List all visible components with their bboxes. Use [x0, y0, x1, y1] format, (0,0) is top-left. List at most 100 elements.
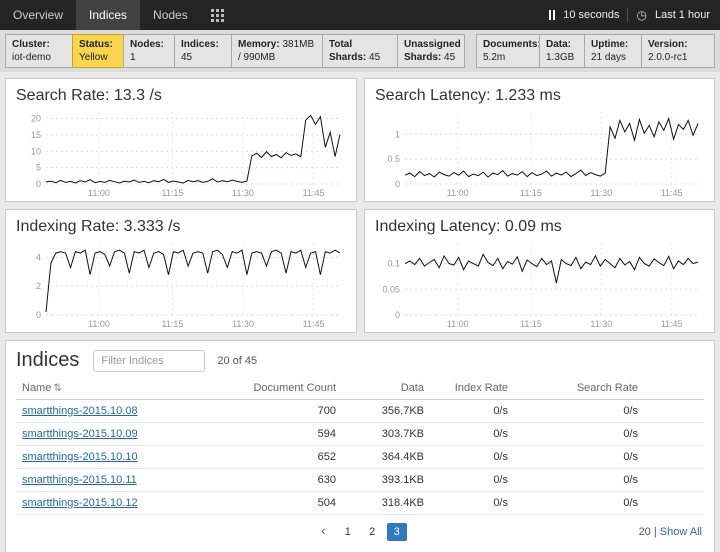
index-link[interactable]: smartthings-2015.10.08: [22, 405, 138, 417]
svg-text:1: 1: [395, 129, 400, 139]
search-rate-panel: Search Rate: 13.3 /s 0510152011:0011:151…: [5, 78, 357, 202]
stat-status: Status: Yellow: [72, 34, 124, 68]
column-header-search-rate[interactable]: Search Rate: [514, 378, 704, 400]
index-name-cell: smartthings-2015.10.11: [16, 469, 222, 492]
stat-value: 45: [444, 52, 455, 63]
search-rate-cell: 0/s: [514, 446, 704, 469]
svg-text:11:15: 11:15: [520, 188, 542, 198]
stat-value: iot-demo: [12, 52, 51, 63]
search-rate-cell: 0/s: [514, 469, 704, 492]
search-rate-chart: 0510152011:0011:1511:3011:45: [16, 107, 346, 199]
divider: [627, 8, 628, 22]
table-row: smartthings-2015.10.08 700 356.7KB 0/s 0…: [16, 400, 704, 423]
prev-page-button[interactable]: ‹: [313, 522, 333, 543]
svg-text:5: 5: [36, 163, 41, 173]
page-button[interactable]: 2: [362, 523, 382, 541]
stat-data: Data: 1.3GB: [539, 34, 585, 68]
stat-unassigned-shards: Unassigned Shards: 45: [397, 34, 465, 68]
svg-text:11:00: 11:00: [447, 188, 469, 198]
svg-text:11:30: 11:30: [232, 188, 254, 198]
page-button[interactable]: 3: [387, 523, 407, 541]
stat-value: 45: [181, 52, 192, 63]
stat-indices: Indices: 45: [174, 34, 232, 68]
table-header-row: Name⇅ Document Count Data Index Rate Sea…: [16, 378, 704, 400]
svg-text:11:30: 11:30: [590, 319, 612, 329]
svg-text:10: 10: [31, 146, 41, 156]
stat-label: Cluster:: [12, 39, 50, 50]
apps-grid-icon[interactable]: [211, 9, 224, 22]
svg-text:11:45: 11:45: [303, 188, 325, 198]
filter-indices-input[interactable]: [93, 350, 205, 372]
pause-icon[interactable]: [549, 10, 555, 20]
stat-memory: Memory: 381MB / 990MB: [231, 34, 323, 68]
index-rate-cell: 0/s: [430, 400, 514, 423]
stat-value: 1: [130, 52, 136, 63]
table-footer: ‹ 1 2 3 20 | Show All: [16, 522, 704, 546]
sort-icon: ⇅: [53, 383, 61, 394]
svg-text:0.5: 0.5: [387, 154, 400, 164]
svg-text:11:30: 11:30: [590, 188, 612, 198]
stat-value: 2.0.0-rc1: [648, 52, 687, 63]
svg-text:0: 0: [36, 310, 41, 320]
stat-label: Version:: [648, 39, 687, 50]
svg-text:11:00: 11:00: [88, 188, 110, 198]
index-link[interactable]: smartthings-2015.10.10: [22, 451, 138, 463]
charts-grid: Search Rate: 13.3 /s 0510152011:0011:151…: [0, 72, 720, 333]
indexing-rate-title: Indexing Rate: 3.333 /s: [16, 218, 346, 236]
column-header-data[interactable]: Data: [342, 378, 430, 400]
stat-nodes: Nodes: 1: [123, 34, 175, 68]
svg-text:11:45: 11:45: [303, 319, 325, 329]
column-header-index-rate[interactable]: Index Rate: [430, 378, 514, 400]
page-button[interactable]: 1: [338, 523, 358, 541]
index-name-cell: smartthings-2015.10.08: [16, 400, 222, 423]
indices-panel: Indices 20 of 45 Name⇅ Document Count Da…: [5, 340, 715, 552]
column-header-name[interactable]: Name⇅: [16, 378, 222, 400]
svg-text:11:30: 11:30: [232, 319, 254, 329]
table-row: smartthings-2015.10.11 630 393.1KB 0/s 0…: [16, 469, 704, 492]
stat-version: Version: 2.0.0-rc1: [641, 34, 715, 68]
search-latency-title: Search Latency: 1.233 ms: [375, 87, 704, 105]
data-cell: 303.7KB: [342, 423, 430, 446]
search-rate-cell: 0/s: [514, 423, 704, 446]
stat-label: Data:: [546, 39, 571, 50]
index-link[interactable]: smartthings-2015.10.11: [22, 474, 137, 486]
indexing-latency-title: Indexing Latency: 0.09 ms: [375, 218, 704, 236]
stat-cluster: Cluster: iot-demo: [5, 34, 73, 68]
svg-text:11:45: 11:45: [661, 188, 683, 198]
time-range-control[interactable]: Last 1 hour: [655, 9, 710, 21]
index-link[interactable]: smartthings-2015.10.12: [22, 497, 138, 509]
indexing-latency-panel: Indexing Latency: 0.09 ms 00.050.111:001…: [364, 209, 715, 333]
index-rate-cell: 0/s: [430, 492, 514, 515]
document-count-cell: 504: [222, 492, 342, 515]
index-name-cell: smartthings-2015.10.10: [16, 446, 222, 469]
tab-nodes[interactable]: Nodes: [140, 0, 201, 30]
svg-text:0.05: 0.05: [382, 284, 400, 294]
clock-icon: ◷: [636, 8, 646, 22]
stat-label: Memory:: [238, 39, 280, 50]
stat-label: Status:: [79, 39, 113, 50]
index-link[interactable]: smartthings-2015.10.09: [22, 428, 138, 440]
svg-text:11:15: 11:15: [161, 188, 183, 198]
cluster-stats-group-left: Cluster: iot-demo Status: Yellow Nodes: …: [5, 34, 465, 68]
cluster-stats-bar: Cluster: iot-demo Status: Yellow Nodes: …: [0, 30, 720, 72]
svg-text:0: 0: [395, 179, 400, 189]
tab-overview[interactable]: Overview: [0, 0, 76, 30]
refresh-interval-control[interactable]: 10 seconds: [563, 9, 619, 21]
index-rate-cell: 0/s: [430, 446, 514, 469]
stat-total-shards: Total Shards: 45: [322, 34, 398, 68]
indices-table: Name⇅ Document Count Data Index Rate Sea…: [16, 378, 704, 515]
document-count-cell: 594: [222, 423, 342, 446]
index-rate-cell: 0/s: [430, 469, 514, 492]
show-all-link[interactable]: Show All: [660, 526, 702, 538]
indices-count: 20 of 45: [217, 355, 257, 367]
indices-header: Indices 20 of 45: [16, 349, 704, 372]
stat-uptime: Uptime: 21 days: [584, 34, 642, 68]
svg-text:11:00: 11:00: [88, 319, 110, 329]
index-name-cell: smartthings-2015.10.12: [16, 492, 222, 515]
column-label: Name: [22, 382, 51, 394]
column-header-document-count[interactable]: Document Count: [222, 378, 342, 400]
document-count-cell: 652: [222, 446, 342, 469]
tab-indices[interactable]: Indices: [76, 0, 140, 30]
svg-text:11:15: 11:15: [520, 319, 542, 329]
top-navbar: Overview Indices Nodes 10 seconds ◷ Last…: [0, 0, 720, 30]
